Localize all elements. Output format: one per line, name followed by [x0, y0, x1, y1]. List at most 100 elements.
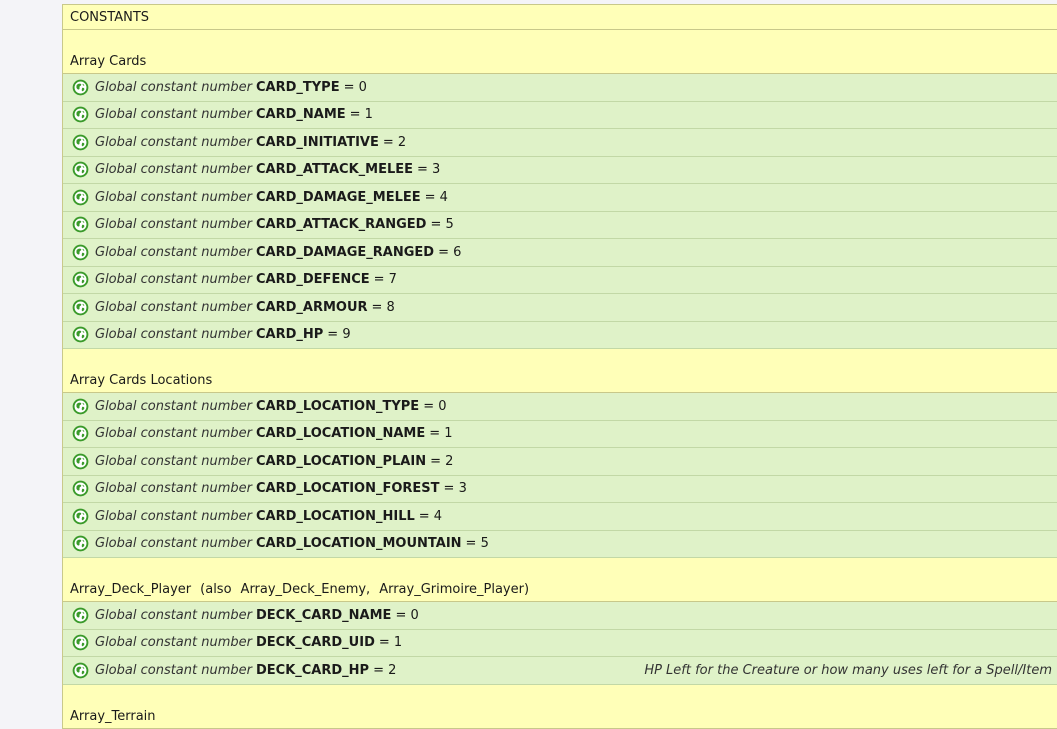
- constant-value: = 8: [371, 299, 395, 315]
- constant-name: CARD_ARMOUR: [255, 299, 368, 315]
- constant-value: = 2: [373, 662, 397, 678]
- globe-icon: [72, 106, 89, 123]
- constant-row[interactable]: Global constant number CARD_HP = 9: [63, 321, 1057, 349]
- constant-kind: Global constant number: [95, 189, 252, 205]
- section-label: Array Cards: [70, 54, 147, 69]
- section-label: Array Cards Locations: [70, 373, 213, 388]
- constant-kind: Global constant number: [95, 426, 252, 442]
- globe-icon: [72, 662, 89, 679]
- globe-icon: [72, 271, 89, 288]
- constant-kind: Global constant number: [95, 481, 252, 497]
- constant-name: CARD_DAMAGE_MELEE: [255, 189, 421, 205]
- constant-name: DECK_CARD_HP: [255, 662, 370, 678]
- constant-kind: Global constant number: [95, 299, 252, 315]
- globe-icon: [72, 453, 89, 470]
- constant-value: = 4: [418, 508, 443, 524]
- globe-icon: [72, 508, 89, 525]
- constant-name: CARD_DEFENCE: [255, 272, 370, 288]
- constant-value: = 1: [429, 426, 453, 442]
- constant-row[interactable]: Global constant number CARD_LOCATION_MOUN…: [63, 530, 1057, 558]
- constant-row[interactable]: Global constant number CARD_ATTACK_RANGED…: [63, 211, 1057, 239]
- constant-kind: Global constant number: [95, 162, 252, 178]
- constant-name: DECK_CARD_NAME: [255, 607, 392, 623]
- section-label-part: Array_Deck_Enemy,: [240, 582, 371, 597]
- constant-value: = 1: [349, 107, 373, 123]
- constant-name: CARD_LOCATION_HILL: [255, 508, 415, 524]
- constant-name: CARD_LOCATION_PLAIN: [255, 453, 427, 469]
- section-label-part: Array_Grimoire_Player): [379, 582, 530, 597]
- constant-value: = 6: [438, 244, 462, 260]
- constants-panel: CONSTANTS Array Cards Global constant numb…: [62, 4, 1057, 729]
- constant-value: = 9: [327, 327, 351, 343]
- globe-icon: [72, 161, 89, 178]
- constant-kind: Global constant number: [95, 107, 252, 123]
- constant-kind: Global constant number: [95, 217, 252, 233]
- constant-name: CARD_ATTACK_RANGED: [255, 217, 427, 233]
- globe-icon: [72, 134, 89, 151]
- constant-name: CARD_LOCATION_FOREST: [255, 481, 440, 497]
- constant-kind: Global constant number: [95, 134, 252, 150]
- constant-row[interactable]: Global constant number CARD_LOCATION_NAME…: [63, 420, 1057, 448]
- constant-kind: Global constant number: [95, 327, 252, 343]
- constant-value: = 3: [417, 162, 441, 178]
- globe-icon: [72, 607, 89, 624]
- constant-name: CARD_TYPE: [255, 79, 340, 95]
- constant-kind: Global constant number: [95, 635, 252, 651]
- constant-value: = 5: [465, 536, 489, 552]
- constant-value: = 7: [373, 272, 397, 288]
- section-header: Array_Terrain: [63, 684, 1057, 729]
- section-header: Array_Deck_Player (also Array_Deck_Enemy, A…: [63, 558, 1057, 602]
- constant-name: CARD_DAMAGE_RANGED: [255, 244, 435, 260]
- constant-kind: Global constant number: [95, 536, 252, 552]
- constant-row[interactable]: Global constant number CARD_ARMOUR = 8: [63, 294, 1057, 322]
- constant-kind: Global constant number: [95, 398, 252, 414]
- globe-icon: [72, 189, 89, 206]
- constant-row[interactable]: Global constant number CARD_LOCATION_HILL…: [63, 503, 1057, 531]
- constant-row[interactable]: Global constant number CARD_LOCATION_PLAI…: [63, 448, 1057, 476]
- section-label-part: (also: [200, 582, 232, 597]
- constant-value: = 3: [443, 481, 467, 497]
- constant-row[interactable]: Global constant number DECK_CARD_NAME = 0: [63, 602, 1057, 630]
- constant-name: CARD_LOCATION_NAME: [255, 426, 426, 442]
- constant-value: = 2: [430, 453, 454, 469]
- globe-icon: [72, 398, 89, 415]
- constant-row[interactable]: Global constant number CARD_DAMAGE_RANGED…: [63, 239, 1057, 267]
- constant-row[interactable]: Global constant number DECK_CARD_UID = 1: [63, 629, 1057, 657]
- constant-value: = 2: [382, 134, 407, 150]
- constant-row[interactable]: Global constant number CARD_NAME = 1: [63, 101, 1057, 129]
- globe-icon: [72, 79, 89, 96]
- constant-row[interactable]: Global constant number CARD_LOCATION_TYPE…: [63, 393, 1057, 421]
- constant-note: HP Left for the Creature or how many use…: [644, 662, 1052, 678]
- constant-row[interactable]: Global constant number CARD_DAMAGE_MELEE =…: [63, 184, 1057, 212]
- constant-name: CARD_ATTACK_MELEE: [255, 162, 413, 178]
- constant-name: CARD_LOCATION_MOUNTAIN: [255, 536, 462, 552]
- globe-icon: [72, 480, 89, 497]
- section-label: Array_Terrain: [70, 708, 156, 724]
- constant-row[interactable]: Global constant number CARD_DEFENCE = 7: [63, 266, 1057, 294]
- globe-icon: [72, 535, 89, 552]
- constant-kind: Global constant number: [95, 607, 252, 623]
- section-header: Array Cards: [63, 30, 1057, 74]
- constant-value: = 0: [343, 79, 367, 95]
- globe-icon: [72, 425, 89, 442]
- globe-icon: [72, 299, 89, 316]
- constant-kind: Global constant number: [95, 662, 252, 678]
- constant-name: DECK_CARD_UID: [255, 635, 375, 651]
- page-title-text: CONSTANTS: [70, 9, 150, 25]
- constant-value: = 4: [424, 189, 448, 205]
- constant-kind: Global constant number: [95, 244, 252, 260]
- constant-row[interactable]: Global constant number CARD_TYPE = 0: [63, 74, 1057, 102]
- constant-row[interactable]: Global constant number CARD_LOCATION_FORE…: [63, 475, 1057, 503]
- constant-kind: Global constant number: [95, 453, 252, 469]
- globe-icon: [72, 326, 89, 343]
- constant-row[interactable]: Global constant number CARD_ATTACK_MELEE =…: [63, 156, 1057, 184]
- section-label-part: Array_Deck_Player: [70, 582, 192, 597]
- globe-icon: [72, 216, 89, 233]
- constant-value: = 0: [395, 607, 419, 623]
- constant-value: = 1: [378, 635, 403, 651]
- constant-row[interactable]: Global constant number CARD_INITIATIVE = 2: [63, 129, 1057, 157]
- constant-name: CARD_HP: [255, 327, 324, 343]
- constant-row[interactable]: Global constant number DECK_CARD_HP = 2 HP …: [63, 657, 1057, 685]
- constant-value: = 0: [423, 398, 447, 414]
- constant-name: CARD_LOCATION_TYPE: [255, 398, 420, 414]
